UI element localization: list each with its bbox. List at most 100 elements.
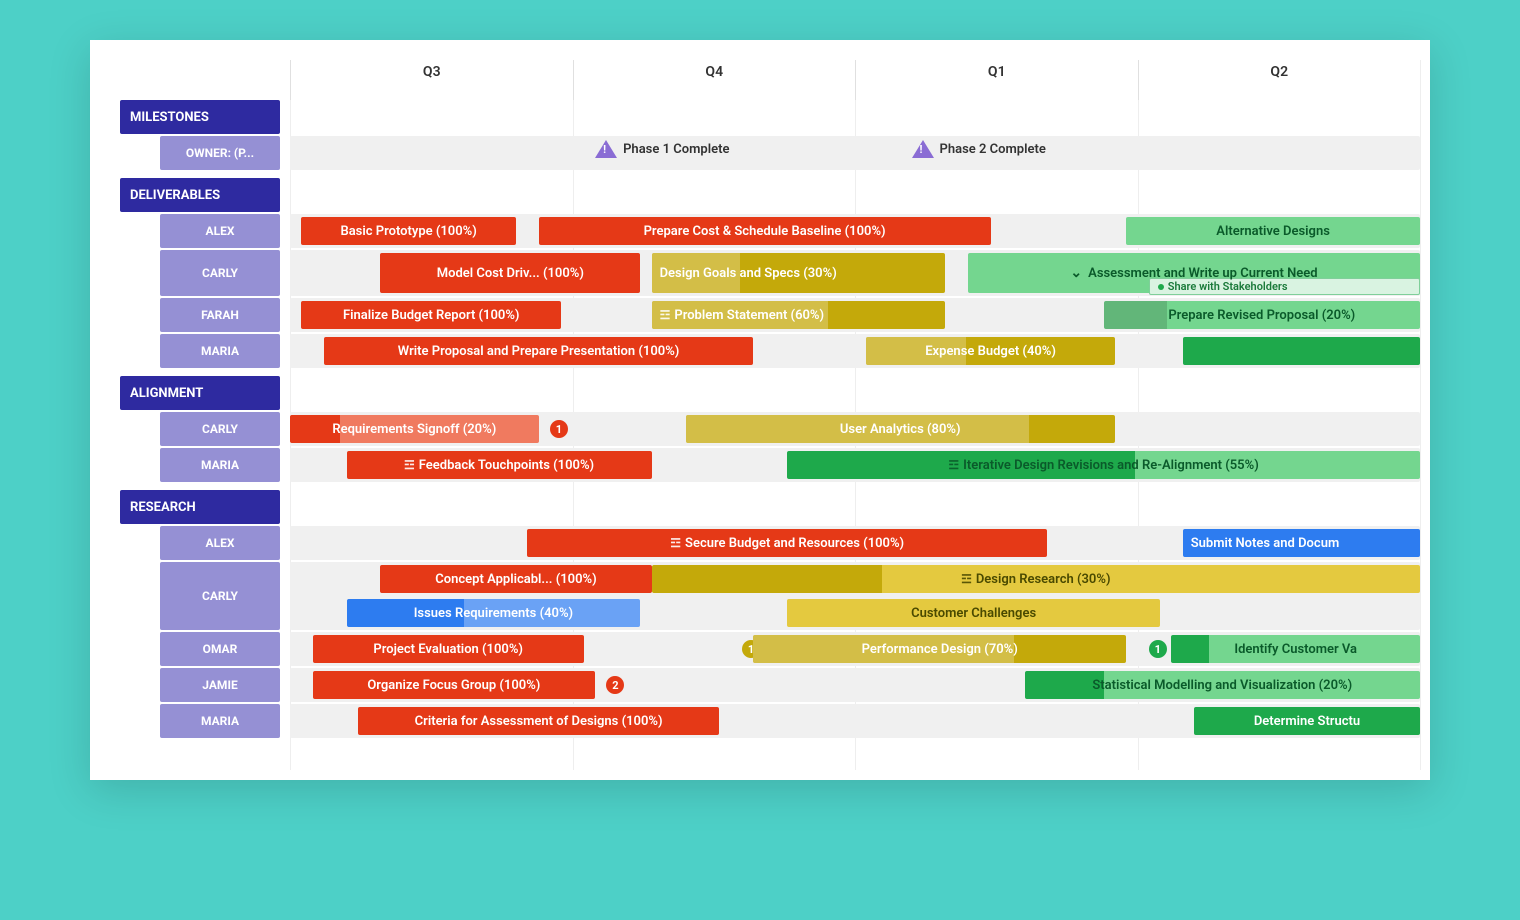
section-track [290,100,1420,134]
alert-icon [912,140,934,158]
row-track[interactable]: Write Proposal and Prepare Presentation … [290,334,1420,368]
bar-label: ⌄Assessment and Write up Current Need [1070,265,1317,281]
owner-label[interactable]: OMAR [160,632,280,666]
row-track[interactable]: Criteria for Assessment of Designs (100%… [290,704,1420,738]
row-track[interactable]: Basic Prototype (100%) Prepare Cost & Sch… [290,214,1420,248]
gantt-bar[interactable]: Concept Applicabl... (100%) [380,565,651,593]
quarter-col: Q4 [573,60,856,100]
owner-label[interactable]: CARLY [160,562,280,630]
bar-label: Determine Structu [1254,714,1360,729]
gantt-rows: MILESTONES OWNER: (P... Phase 1 Complete… [120,100,1420,746]
row-track[interactable]: Model Cost Driv... (100%) Design Goals an… [290,250,1420,296]
gantt-bar[interactable]: User Analytics (80%) [686,415,1115,443]
gantt-bar[interactable]: Write Proposal and Prepare Presentation … [324,337,753,365]
gantt-bar[interactable] [1183,337,1420,365]
bar-label: Organize Focus Group (100%) [367,678,540,693]
owner-label[interactable]: MARIA [160,448,280,482]
bar-label: ☲Problem Statement (60%) [660,308,825,323]
row-track[interactable]: ☲Secure Budget and Resources (100%) Submi… [290,526,1420,560]
owner-label[interactable]: OWNER: (P... [160,136,280,170]
milestone-label: Phase 1 Complete [623,142,729,157]
row-track[interactable]: Concept Applicabl... (100%) ☲Design Resea… [290,562,1420,630]
gantt-bar[interactable]: Issues Requirements (40%) [347,599,641,627]
row-track[interactable]: Project Evaluation (100%) 1 Performance De… [290,632,1420,666]
subtask-icon: ☲ [670,536,681,550]
bar-label: ☲Design Research (30%) [961,572,1110,587]
subtask-icon: ☲ [961,572,972,586]
bar-label: Criteria for Assessment of Designs (100%… [415,714,663,729]
bar-label: Finalize Budget Report (100%) [343,308,520,323]
section-header[interactable]: ALIGNMENT [120,376,280,410]
gantt-bar[interactable]: Statistical Modelling and Visualization … [1025,671,1421,699]
gantt-bar[interactable]: Prepare Revised Proposal (20%) [1104,301,1420,329]
section-track [290,490,1420,524]
gantt-bar[interactable]: ☲Problem Statement (60%) [652,301,946,329]
owner-label[interactable]: JAMIE [160,668,280,702]
gantt-bar[interactable]: Basic Prototype (100%) [301,217,516,245]
gantt-bar[interactable]: ☲Secure Budget and Resources (100%) [527,529,1047,557]
bar-label: User Analytics (80%) [840,422,961,437]
bar-label: Basic Prototype (100%) [340,224,476,239]
gantt-bar[interactable]: Customer Challenges [787,599,1160,627]
row-track[interactable]: Phase 1 Complete Phase 2 Complete [290,136,1420,170]
gantt-bar[interactable]: Prepare Cost & Schedule Baseline (100%) [539,217,991,245]
count-badge[interactable]: 1 [550,420,568,438]
gantt-bar[interactable]: ☲Design Research (30%) [652,565,1420,593]
owner-label[interactable]: MARIA [160,334,280,368]
count-badge[interactable]: 2 [606,676,624,694]
gantt-bar[interactable]: Identify Customer Va [1171,635,1420,663]
bar-label: Submit Notes and Docum [1191,536,1340,551]
gantt-bar[interactable]: Finalize Budget Report (100%) [301,301,561,329]
gantt-bar[interactable]: Model Cost Driv... (100%) [380,253,640,293]
section-track [290,178,1420,212]
row-track[interactable]: Requirements Signoff (20%) 1 User Analytic… [290,412,1420,446]
owner-label[interactable]: CARLY [160,412,280,446]
gantt-bar[interactable]: ☲Feedback Touchpoints (100%) [347,451,652,479]
dot-icon [1158,284,1164,290]
owner-label[interactable]: ALEX [160,214,280,248]
bar-label: Model Cost Driv... (100%) [437,266,584,281]
row-track[interactable]: ☲Feedback Touchpoints (100%) ☲Iterative D… [290,448,1420,482]
gantt-bar[interactable]: Criteria for Assessment of Designs (100%… [358,707,720,735]
gantt-page: Q3 Q4 Q1 Q2 MILESTONES OWNER: (P... Phas… [90,40,1430,780]
bar-label: Prepare Revised Proposal (20%) [1168,308,1355,323]
bar-label: Prepare Cost & Schedule Baseline (100%) [644,224,886,239]
gantt-bar[interactable]: Design Goals and Specs (30%) [652,253,946,293]
gantt-container: Q3 Q4 Q1 Q2 MILESTONES OWNER: (P... Phas… [120,60,1420,770]
bar-label: Design Goals and Specs (30%) [660,266,837,281]
milestone-label: Phase 2 Complete [940,142,1046,157]
gantt-bar[interactable]: Alternative Designs [1126,217,1420,245]
gantt-bar[interactable]: Submit Notes and Docum [1183,529,1420,557]
section-track [290,376,1420,410]
bar-label: Project Evaluation (100%) [373,642,523,657]
owner-label[interactable]: MARIA [160,704,280,738]
milestone-marker[interactable]: Phase 2 Complete [912,140,1046,158]
row-track[interactable]: Finalize Budget Report (100%) ☲Problem St… [290,298,1420,332]
bar-label: ☲Secure Budget and Resources (100%) [670,536,904,551]
chevron-down-icon[interactable]: ⌄ [1070,265,1082,281]
gantt-bar[interactable]: Requirements Signoff (20%) [290,415,539,443]
owner-label[interactable]: FARAH [160,298,280,332]
section-header[interactable]: MILESTONES [120,100,280,134]
gantt-bar[interactable]: Performance Design (70%) [753,635,1126,663]
section-header[interactable]: RESEARCH [120,490,280,524]
bar-label: Write Proposal and Prepare Presentation … [398,344,680,359]
bar-label: Statistical Modelling and Visualization … [1092,678,1352,693]
row-track[interactable]: Organize Focus Group (100%) 2 Statistical … [290,668,1420,702]
subtask-icon: ☲ [660,308,671,322]
owner-label[interactable]: ALEX [160,526,280,560]
bar-label: Concept Applicabl... (100%) [435,572,596,587]
milestone-marker[interactable]: Phase 1 Complete [595,140,729,158]
gantt-bar[interactable]: Organize Focus Group (100%) [313,671,596,699]
gantt-bar[interactable]: Expense Budget (40%) [866,337,1115,365]
gantt-bar[interactable]: ☲Iterative Design Revisions and Re-Align… [787,451,1420,479]
bar-label: Expense Budget (40%) [925,344,1056,359]
bar-label: Alternative Designs [1216,224,1330,239]
bar-label: ☲Feedback Touchpoints (100%) [404,458,594,473]
bar-label: Identify Customer Va [1234,642,1357,657]
owner-label[interactable]: CARLY [160,250,280,296]
gantt-bar[interactable]: Determine Structu [1194,707,1420,735]
section-header[interactable]: DELIVERABLES [120,178,280,212]
gantt-bar[interactable]: Project Evaluation (100%) [313,635,584,663]
count-badge[interactable]: 1 [1149,640,1167,658]
